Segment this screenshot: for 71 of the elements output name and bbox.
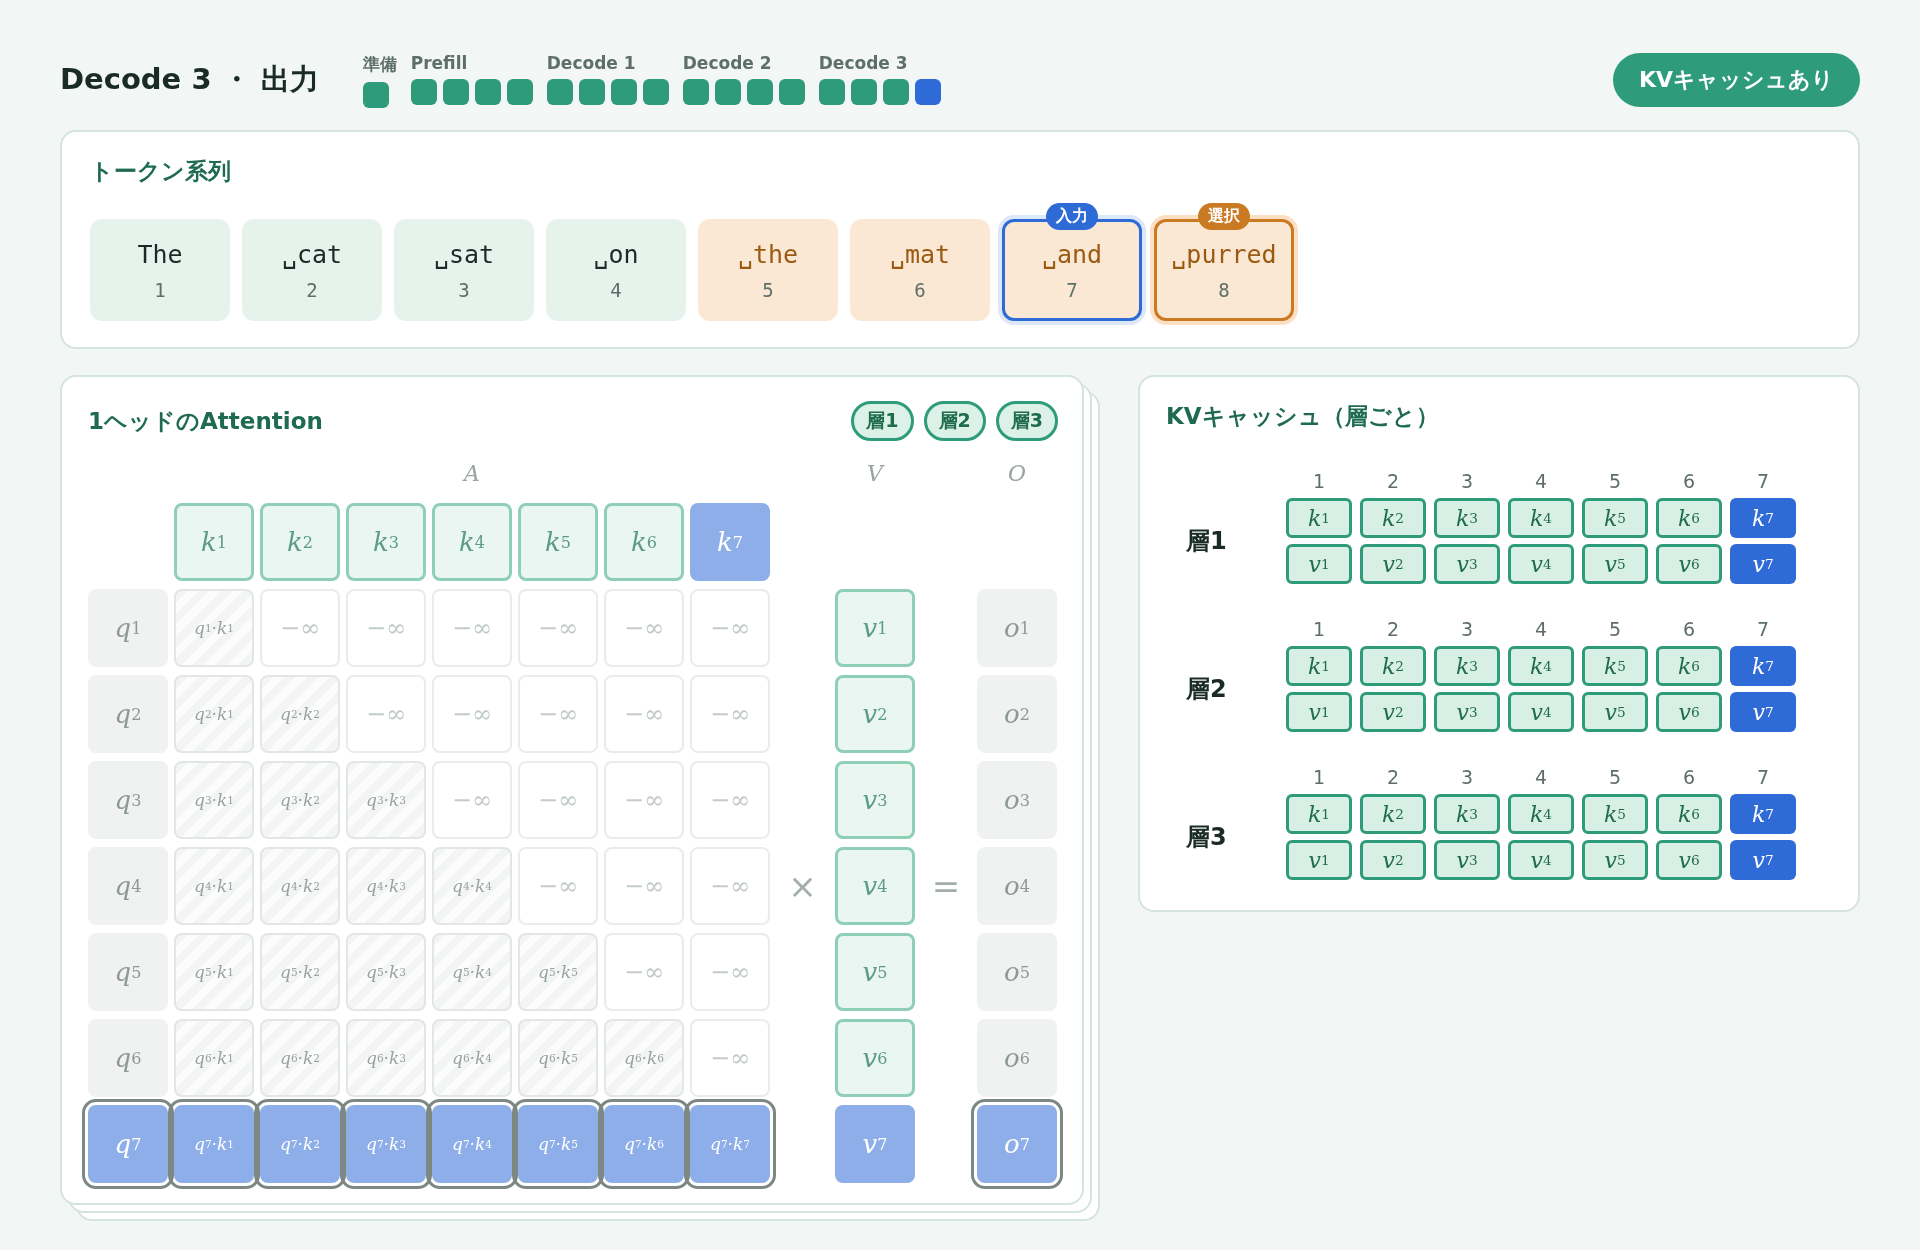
section-title: 1ヘッドのAttention xyxy=(88,406,323,436)
step-label: Decode 1 xyxy=(546,52,637,73)
token-chip[interactable]: The 1 xyxy=(90,219,230,321)
token-chip[interactable]: ␣mat 6 xyxy=(850,219,990,321)
layer-tab[interactable]: 層2 xyxy=(923,401,986,441)
equals-sign: = xyxy=(931,866,961,906)
score-cell: −∞ xyxy=(518,761,598,839)
layer-label: 層1 xyxy=(1185,526,1228,557)
page-title: Decode 3 ・ 出力 xyxy=(60,61,319,98)
axis-label: V xyxy=(867,460,883,486)
token-chip[interactable]: ␣the 5 xyxy=(698,219,838,321)
position-number: 6 xyxy=(1681,618,1697,640)
score-cell: −∞ xyxy=(690,675,770,753)
score-cell: −∞ xyxy=(604,847,684,925)
position-number: 3 xyxy=(1459,766,1475,788)
position-number: 4 xyxy=(1533,766,1549,788)
position-number: 7 xyxy=(1755,766,1771,788)
position-number: 1 xyxy=(1311,766,1327,788)
score-cell: −∞ xyxy=(690,847,770,925)
score-cell: −∞ xyxy=(346,589,426,667)
score-cell: −∞ xyxy=(432,675,512,753)
score-cell: −∞ xyxy=(690,761,770,839)
layer-tab[interactable]: 層3 xyxy=(995,401,1058,441)
token-chip[interactable]: ␣sat 3 xyxy=(394,219,534,321)
axis-label: O xyxy=(1007,460,1026,486)
score-cell: −∞ xyxy=(518,589,598,667)
token-tag: 選択 xyxy=(1198,203,1250,230)
score-cell: −∞ xyxy=(432,761,512,839)
step-label: Decode 3 xyxy=(818,52,909,73)
axis-label: A xyxy=(464,460,480,486)
position-number: 2 xyxy=(1385,470,1401,492)
section-title: トークン系列 xyxy=(90,157,232,186)
token-chip[interactable]: ␣cat 2 xyxy=(242,219,382,321)
layer-label: 層3 xyxy=(1185,822,1228,853)
step-label: Prefill xyxy=(410,52,469,73)
score-cell: −∞ xyxy=(432,589,512,667)
score-cell: −∞ xyxy=(604,933,684,1011)
score-cell: −∞ xyxy=(346,675,426,753)
score-cell: −∞ xyxy=(518,847,598,925)
layer-tab[interactable]: 層1 xyxy=(851,401,914,441)
score-cell: −∞ xyxy=(518,675,598,753)
score-cell: −∞ xyxy=(690,1019,770,1097)
score-cell: −∞ xyxy=(260,589,340,667)
position-number: 5 xyxy=(1607,618,1623,640)
position-number: 3 xyxy=(1459,618,1475,640)
position-number: 1 xyxy=(1311,470,1327,492)
position-number: 7 xyxy=(1755,618,1771,640)
section-title: KVキャッシュ（層ごと） xyxy=(1166,402,1440,431)
token-tag: 入力 xyxy=(1046,203,1098,230)
position-number: 3 xyxy=(1459,470,1475,492)
status-badge: KVキャッシュあり xyxy=(1612,53,1860,107)
score-cell: −∞ xyxy=(604,761,684,839)
step-label: Decode 2 xyxy=(682,52,773,73)
position-number: 5 xyxy=(1607,470,1623,492)
step-label: 準備 xyxy=(362,52,397,76)
position-number: 4 xyxy=(1533,470,1549,492)
token-chip[interactable]: ␣on 4 xyxy=(546,219,686,321)
layer-label: 層2 xyxy=(1185,674,1228,705)
score-cell: −∞ xyxy=(690,589,770,667)
position-number: 2 xyxy=(1385,618,1401,640)
multiply-sign: × xyxy=(788,866,817,906)
position-number: 6 xyxy=(1681,766,1697,788)
position-number: 6 xyxy=(1681,470,1697,492)
position-number: 4 xyxy=(1533,618,1549,640)
position-number: 1 xyxy=(1311,618,1327,640)
score-cell: −∞ xyxy=(690,933,770,1011)
position-number: 7 xyxy=(1755,470,1771,492)
position-number: 5 xyxy=(1607,766,1623,788)
score-cell: −∞ xyxy=(604,589,684,667)
position-number: 2 xyxy=(1385,766,1401,788)
score-cell: −∞ xyxy=(604,675,684,753)
